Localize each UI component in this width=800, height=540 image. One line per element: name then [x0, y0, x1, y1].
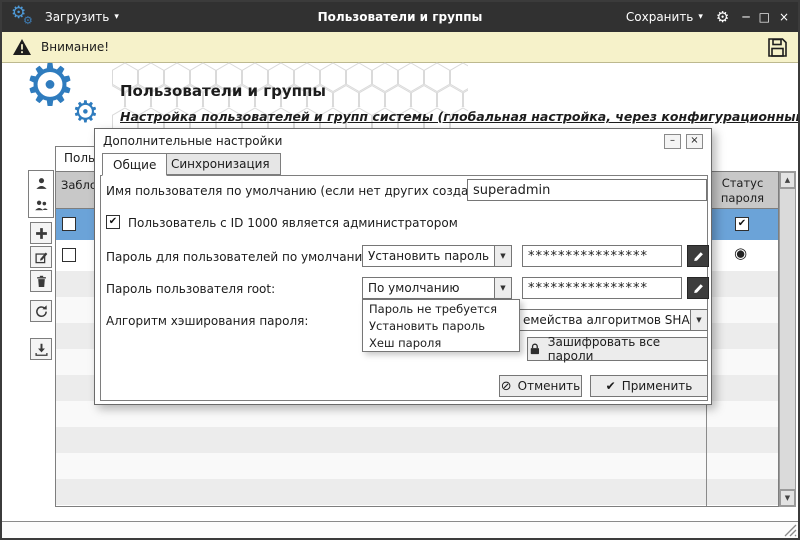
encrypt-label: Зашифровать все пароли [548, 335, 707, 363]
admin-checkbox[interactable]: ✔ [106, 215, 120, 229]
trash-icon [34, 274, 49, 289]
settings-gear-button[interactable]: ⚙ [716, 8, 729, 26]
pencil-icon [692, 282, 705, 295]
default-password-input[interactable]: **************** [522, 245, 682, 267]
password-status-checkbox[interactable]: ✔ [735, 217, 749, 231]
default-password-label: Пароль для пользователей по умолчанию: [106, 250, 376, 264]
user-groups-button[interactable] [31, 195, 51, 215]
dialog-close-button[interactable]: × [686, 134, 703, 149]
scroll-thumb[interactable] [780, 188, 795, 490]
download-icon [34, 342, 49, 357]
chevron-down-icon: ▼ [494, 278, 511, 298]
default-password-mode-select[interactable]: Установить пароль ▼ [362, 245, 512, 267]
username-input[interactable]: superadmin [467, 179, 707, 201]
table-row [56, 453, 778, 479]
dropdown-option[interactable]: Хеш пароля [363, 334, 519, 351]
vertical-scrollbar: ▲ ▼ [779, 171, 796, 507]
select-value: По умолчанию [363, 278, 494, 298]
app-logo-gears-icon: ⚙ ⚙ [11, 4, 37, 30]
password-status-radio[interactable]: ◉ [734, 246, 747, 261]
refresh-button[interactable] [30, 300, 52, 322]
lock-icon [528, 342, 542, 356]
tab-general[interactable]: Общие [102, 153, 167, 176]
chevron-down-icon: ▼ [494, 246, 511, 266]
plus-icon [34, 226, 49, 241]
check-icon: ✔ [606, 380, 616, 392]
user-icon [34, 176, 49, 191]
root-password-mode-select[interactable]: По умолчанию ▼ [362, 277, 512, 299]
blocked-checkbox[interactable] [62, 248, 76, 262]
dialog-title: Дополнительные настройки [103, 134, 282, 148]
load-label: Загрузить [45, 10, 109, 24]
password-mode-dropdown: Пароль не требуется Установить пароль Хе… [362, 299, 520, 352]
username-label: Имя пользователя по умолчанию (если нет … [106, 184, 509, 198]
status-bar [2, 521, 798, 538]
minimize-button[interactable]: ─ [742, 11, 749, 23]
root-password-edit-button[interactable] [687, 277, 709, 299]
title-bar: ⚙ ⚙ Загрузить ▾ Пользователи и группы Со… [2, 2, 798, 32]
save-label: Сохранить [626, 10, 694, 24]
select-value: Установить пароль [363, 246, 494, 266]
table-row [56, 479, 778, 505]
blocked-checkbox[interactable] [62, 217, 76, 231]
chevron-down-icon: ▾ [698, 12, 703, 22]
resize-grip[interactable] [783, 523, 797, 537]
page-title: Пользователи и группы [120, 82, 326, 100]
user-tools-group [28, 170, 54, 218]
chevron-down-icon: ▾ [114, 12, 119, 22]
scroll-down-button[interactable]: ▼ [780, 490, 795, 506]
dropdown-option[interactable]: Установить пароль [363, 317, 519, 334]
pencil-icon [692, 250, 705, 263]
admin-checkbox-label: Пользователь с ID 1000 является админист… [128, 216, 458, 230]
page-subtitle: Настройка пользователей и групп системы … [120, 109, 800, 124]
cancel-label: Отменить [518, 379, 581, 393]
add-user-button[interactable] [30, 222, 52, 244]
save-menu-button[interactable]: Сохранить ▾ [626, 10, 703, 24]
app-gear-logo-small-icon: ⚙ [72, 98, 99, 128]
scroll-up-button[interactable]: ▲ [780, 172, 795, 188]
table-row [56, 427, 778, 453]
dropdown-option[interactable]: Пароль не требуется [363, 300, 519, 317]
app-window: ⚙ ⚙ Загрузить ▾ Пользователи и группы Со… [0, 0, 800, 540]
users-icon [34, 198, 49, 213]
dialog-title-bar: Дополнительные настройки – × [95, 129, 711, 153]
default-password-edit-button[interactable] [687, 245, 709, 267]
hash-algorithm-label: Алгоритм хэширования пароля: [106, 314, 308, 328]
dialog-minimize-button[interactable]: – [664, 134, 681, 149]
root-password-label: Пароль пользователя root: [106, 282, 275, 296]
tab-synchronization[interactable]: Синхронизация [160, 153, 281, 175]
chevron-down-icon: ▼ [690, 310, 707, 330]
app-gear-logo-icon: ⚙ [24, 56, 76, 114]
dialog-additional-settings: Дополнительные настройки – × Общие Синхр… [94, 128, 712, 405]
refresh-icon [34, 304, 49, 319]
apply-label: Применить [622, 379, 693, 393]
gear-icon: ⚙ [23, 15, 33, 26]
column-header-password-status: Статус пароля [708, 176, 777, 206]
root-password-input[interactable]: **************** [522, 277, 682, 299]
load-menu-button[interactable]: Загрузить ▾ [45, 10, 119, 24]
warning-bar: Внимание! [2, 32, 798, 63]
edit-icon [34, 250, 49, 265]
apply-button[interactable]: ✔ Применить [590, 375, 708, 397]
delete-user-button[interactable] [30, 270, 52, 292]
floppy-icon [767, 37, 788, 58]
encrypt-all-passwords-button[interactable]: Зашифровать все пароли [527, 337, 708, 361]
user-account-button[interactable] [31, 173, 51, 193]
cancel-button[interactable]: ⊘ Отменить [499, 375, 582, 397]
edit-user-button[interactable] [30, 246, 52, 268]
close-button[interactable]: × [779, 11, 789, 23]
download-button[interactable] [30, 338, 52, 360]
save-file-button[interactable] [767, 37, 788, 58]
cancel-icon: ⊘ [501, 380, 512, 393]
maximize-button[interactable]: □ [759, 11, 770, 23]
